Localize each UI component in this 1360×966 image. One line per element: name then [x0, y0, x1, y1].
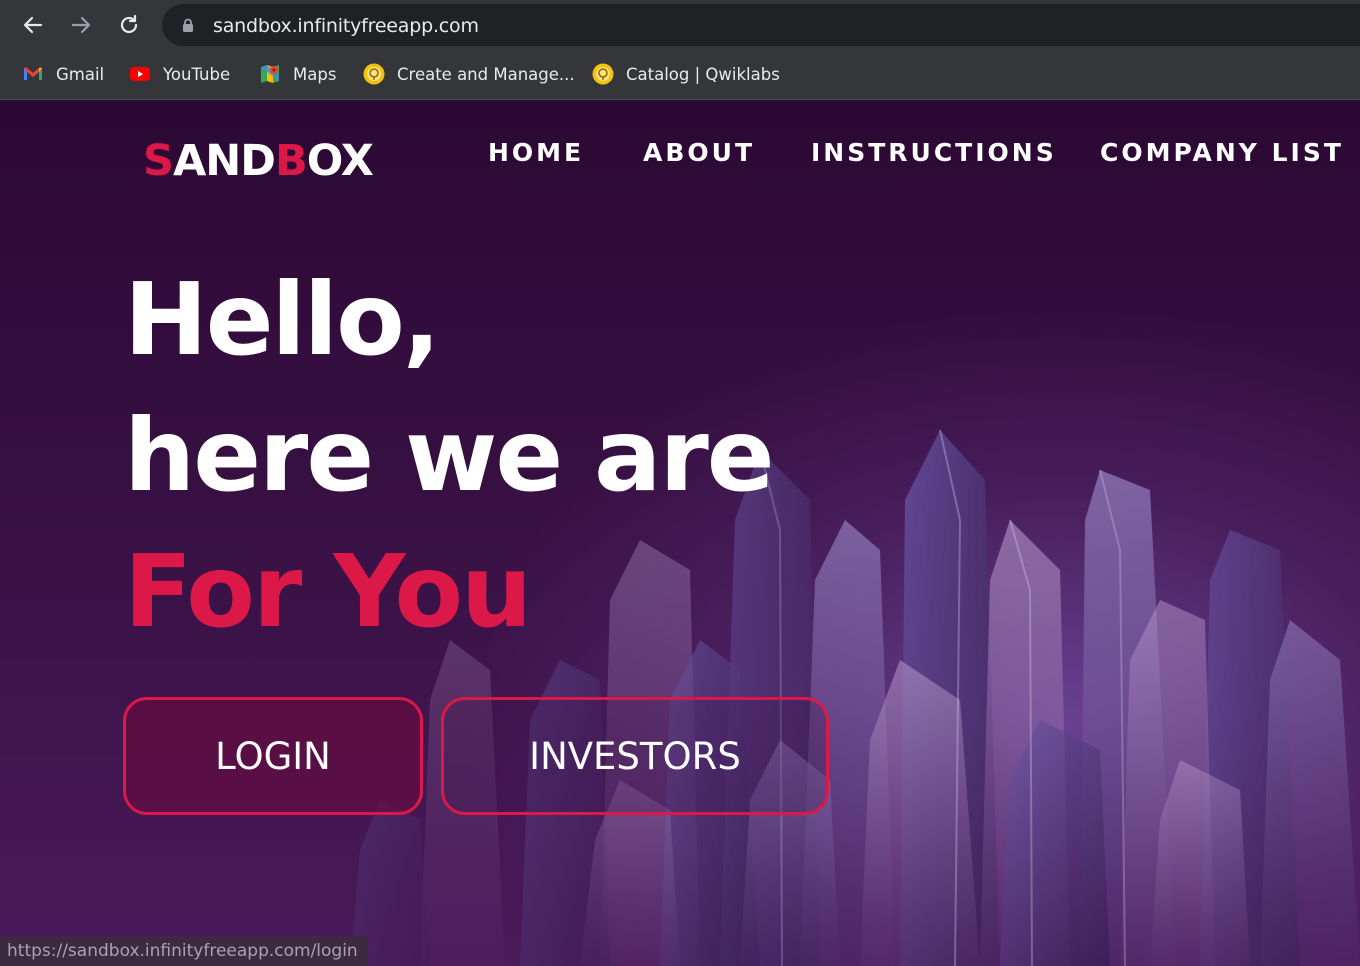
investors-button-label: INVESTORS [529, 734, 741, 778]
bookmark-create-and-manage[interactable]: Create and Manage... [363, 62, 575, 86]
maps-icon [261, 65, 279, 83]
bookmark-maps[interactable]: Maps [259, 62, 336, 86]
status-bar-link-preview: https://sandbox.infinityfreeapp.com/logi… [0, 936, 368, 966]
login-button-label: LOGIN [215, 734, 331, 778]
investors-button[interactable]: INVESTORS [441, 697, 829, 815]
qwiklabs-icon [592, 63, 614, 85]
nav-home[interactable]: HOME [488, 138, 584, 167]
back-arrow-icon[interactable] [16, 8, 50, 42]
bookmark-label: Gmail [56, 64, 105, 84]
browser-toolbar: sandbox.infinityfreeapp.com [0, 0, 1360, 50]
nav-instructions[interactable]: INSTRUCTIONS [811, 138, 1057, 167]
youtube-icon [130, 67, 150, 81]
nav-about[interactable]: ABOUT [643, 138, 755, 167]
bookmark-catalog-qwiklabs[interactable]: Catalog | Qwiklabs [592, 62, 780, 86]
logo-text-and: AND [172, 136, 276, 186]
bookmark-label: Create and Manage... [397, 64, 575, 84]
hero-heading-line3: For You [124, 533, 532, 650]
hero-heading-line2: here we are [124, 397, 775, 514]
bookmark-label: Maps [293, 64, 337, 84]
lock-icon[interactable] [182, 18, 194, 32]
site-logo[interactable]: SANDBOX [143, 136, 374, 186]
reload-icon[interactable] [112, 8, 146, 42]
bookmarks-bar: Gmail YouTube Maps Create and Manage... [0, 50, 1360, 100]
forward-arrow-icon[interactable] [64, 8, 98, 42]
logo-letter-s: S [143, 136, 174, 186]
login-button[interactable]: LOGIN [123, 697, 423, 815]
logo-text-ox: OX [306, 136, 374, 186]
qwiklabs-icon [363, 63, 385, 85]
bookmark-label: YouTube [163, 64, 231, 84]
logo-letter-b: B [274, 136, 308, 186]
bookmark-gmail[interactable]: Gmail [22, 62, 104, 86]
bookmark-label: Catalog | Qwiklabs [626, 64, 780, 84]
hero-heading-line1: Hello, [124, 261, 441, 378]
url-text[interactable]: sandbox.infinityfreeapp.com [213, 15, 479, 37]
address-bar[interactable]: sandbox.infinityfreeapp.com [162, 4, 1360, 46]
landing-page: SANDBOX HOME ABOUT INSTRUCTIONS COMPANY … [0, 100, 1360, 966]
gmail-icon [24, 67, 42, 80]
nav-company-list[interactable]: COMPANY LIST [1100, 138, 1344, 167]
bookmark-youtube[interactable]: YouTube [129, 62, 230, 86]
